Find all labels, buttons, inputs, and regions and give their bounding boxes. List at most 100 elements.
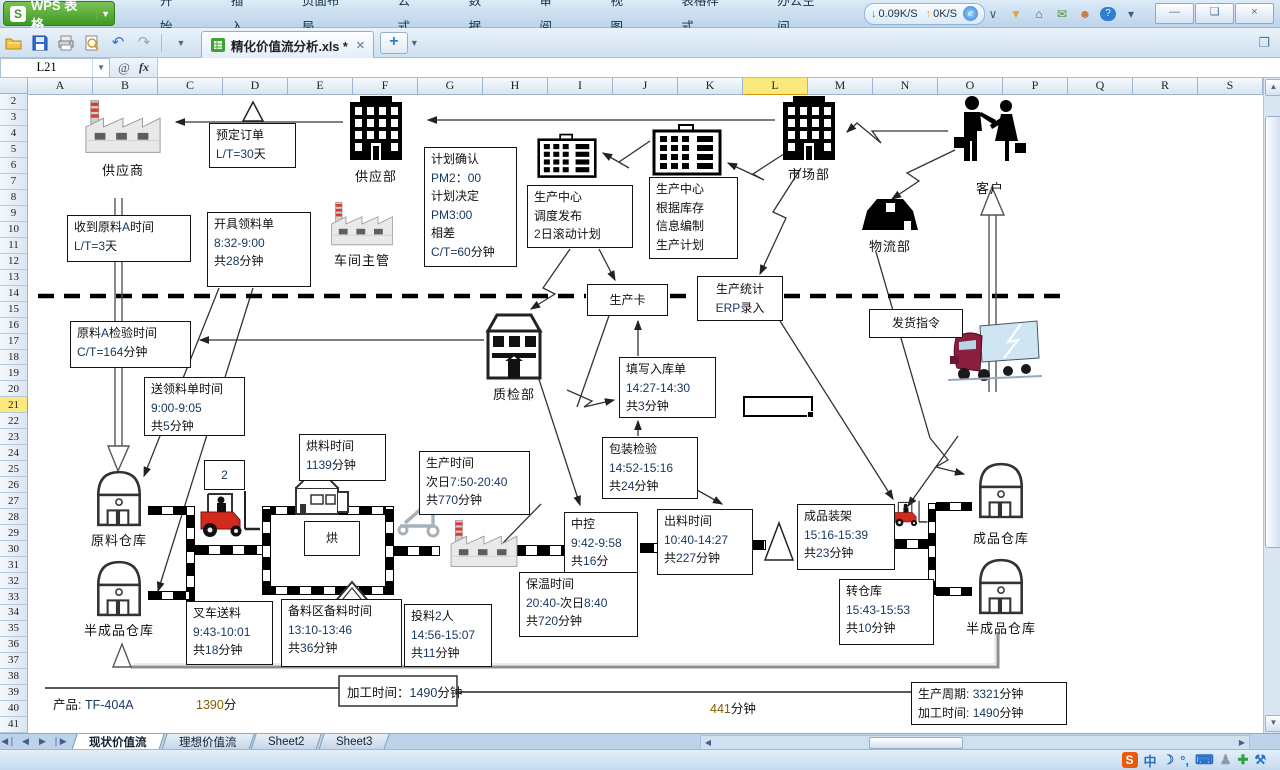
row-header-7[interactable]: 7 bbox=[0, 174, 28, 190]
row-header-33[interactable]: 33 bbox=[0, 589, 28, 605]
home-icon[interactable]: ⌂ bbox=[1031, 7, 1047, 21]
open-folder-icon[interactable] bbox=[2, 32, 26, 54]
row-header-14[interactable]: 14 bbox=[0, 286, 28, 302]
row-header-17[interactable]: 17 bbox=[0, 334, 28, 350]
plan-confirm-box[interactable]: 计划确认PM2：00计划决定PM3:00相差C/T=60分钟 bbox=[424, 147, 517, 267]
minimize-button[interactable]: — bbox=[1155, 3, 1194, 24]
forklift-icon[interactable] bbox=[193, 488, 261, 538]
formula-input[interactable] bbox=[158, 58, 1280, 77]
qc-dept-house-icon[interactable] bbox=[482, 310, 546, 382]
row-header-25[interactable]: 25 bbox=[0, 461, 28, 477]
row-header-38[interactable]: 38 bbox=[0, 669, 28, 685]
row-header-4[interactable]: 4 bbox=[0, 126, 28, 142]
row-header-11[interactable]: 11 bbox=[0, 238, 28, 254]
row-header-18[interactable]: 18 bbox=[0, 350, 28, 366]
column-header-J[interactable]: J bbox=[613, 78, 678, 95]
horizontal-scroll-thumb[interactable] bbox=[869, 737, 963, 749]
row-header-15[interactable]: 15 bbox=[0, 302, 28, 318]
skin-icon[interactable]: ▼ bbox=[1008, 7, 1024, 21]
column-header-N[interactable]: N bbox=[873, 78, 938, 95]
output-time-box[interactable]: 出料时间10:40-14:27共227分钟 bbox=[657, 509, 753, 575]
semi-finished-warehouse-right-icon[interactable] bbox=[976, 556, 1026, 616]
row-header-26[interactable]: 26 bbox=[0, 477, 28, 493]
workshop-manager-factory-icon[interactable] bbox=[320, 200, 404, 248]
bake-box[interactable]: 烘 bbox=[304, 521, 360, 556]
row-header-27[interactable]: 27 bbox=[0, 493, 28, 509]
row-header-16[interactable]: 16 bbox=[0, 318, 28, 334]
count-2-box[interactable]: 2 bbox=[204, 460, 245, 490]
row-header-3[interactable]: 3 bbox=[0, 110, 28, 126]
column-header-A[interactable]: A bbox=[28, 78, 93, 95]
row-header-22[interactable]: 22 bbox=[0, 413, 28, 429]
scroll-left-icon[interactable]: ◀ bbox=[701, 738, 715, 747]
close-button[interactable]: × bbox=[1235, 3, 1274, 24]
prep-shed-icon[interactable] bbox=[294, 478, 350, 516]
skin-icon[interactable]: ✚ bbox=[1237, 752, 1248, 768]
select-all-corner[interactable] bbox=[0, 78, 28, 94]
dispatch-box[interactable]: 生产中心调度发布2日滚动计划 bbox=[527, 185, 633, 248]
insert-function-icon[interactable]: fx bbox=[139, 60, 149, 75]
collapse-chevron-icon[interactable]: ∨ bbox=[985, 7, 1001, 21]
row-header-21[interactable]: 21 bbox=[0, 397, 28, 413]
help-icon[interactable]: ? bbox=[1100, 7, 1116, 21]
row-header-19[interactable]: 19 bbox=[0, 365, 28, 381]
save-icon[interactable] bbox=[28, 32, 52, 54]
raw-material-warehouse-icon[interactable] bbox=[94, 468, 144, 528]
column-header-Q[interactable]: Q bbox=[1068, 78, 1133, 95]
bake-time-box[interactable]: 烘料时间1139分钟 bbox=[299, 434, 386, 481]
print-icon[interactable] bbox=[54, 32, 78, 54]
production-factory-icon[interactable] bbox=[438, 518, 530, 570]
customer-handshake-icon[interactable] bbox=[948, 95, 1032, 167]
row-header-35[interactable]: 35 bbox=[0, 621, 28, 637]
market-dept-building-icon[interactable] bbox=[777, 96, 841, 160]
row-header-31[interactable]: 31 bbox=[0, 557, 28, 573]
row-header-20[interactable]: 20 bbox=[0, 381, 28, 397]
column-header-L[interactable]: L bbox=[743, 78, 808, 95]
column-header-E[interactable]: E bbox=[288, 78, 353, 95]
scroll-right-icon[interactable]: ▶ bbox=[1235, 738, 1249, 747]
column-header-H[interactable]: H bbox=[483, 78, 548, 95]
document-tab[interactable]: 精化价值流分析.xls * ✕ bbox=[201, 31, 374, 58]
row-header-37[interactable]: 37 bbox=[0, 653, 28, 669]
vertical-scrollbar[interactable]: ▲ ▼ bbox=[1263, 78, 1280, 733]
row-header-41[interactable]: 41 bbox=[0, 717, 28, 733]
package-check-box[interactable]: 包装检验14:52-15:16共24分钟 bbox=[602, 437, 698, 499]
halfwidth-moon-icon[interactable]: ☽ bbox=[1163, 752, 1175, 768]
row-header-8[interactable]: 8 bbox=[0, 190, 28, 206]
row-header-39[interactable]: 39 bbox=[0, 685, 28, 701]
soft-keyboard-icon[interactable]: ⌨ bbox=[1195, 752, 1214, 768]
issue-slip-box[interactable]: 开具领料单8:32-9:00共28分钟 bbox=[207, 212, 311, 287]
semi-finished-warehouse-icon[interactable] bbox=[94, 558, 144, 618]
first-sheet-icon[interactable]: ◀❘ bbox=[0, 736, 17, 747]
fill-warehouse-box[interactable]: 填写入库单14:27-14:30共3分钟 bbox=[619, 357, 716, 418]
production-stats-box[interactable]: 生产统计ERP录入 bbox=[697, 276, 783, 321]
row-header-34[interactable]: 34 bbox=[0, 605, 28, 621]
row-header-40[interactable]: 40 bbox=[0, 701, 28, 717]
arrange-windows-icon[interactable]: ❐ bbox=[1258, 35, 1270, 51]
name-box-chevron-icon[interactable]: ▼ bbox=[92, 59, 109, 77]
row-header-13[interactable]: 13 bbox=[0, 270, 28, 286]
punctuation-icon[interactable]: °, bbox=[1180, 753, 1189, 768]
column-header-S[interactable]: S bbox=[1198, 78, 1263, 95]
row-header-12[interactable]: 12 bbox=[0, 254, 28, 270]
column-header-D[interactable]: D bbox=[223, 78, 288, 95]
row-header-30[interactable]: 30 bbox=[0, 541, 28, 557]
column-header-M[interactable]: M bbox=[808, 78, 873, 95]
production-time-box[interactable]: 生产时间次日7:50-20:40共770分钟 bbox=[419, 451, 530, 515]
restore-button[interactable]: ❏ bbox=[1195, 3, 1234, 24]
column-header-P[interactable]: P bbox=[1003, 78, 1068, 95]
next-sheet-icon[interactable]: ▶ bbox=[34, 736, 51, 747]
sheet-tab-理想价值流[interactable]: 理想价值流 bbox=[161, 734, 254, 750]
scroll-down-icon[interactable]: ▼ bbox=[1265, 715, 1280, 732]
order-box[interactable]: 预定订单L/T=30天 bbox=[209, 123, 296, 168]
feeding-box[interactable]: 投料2人14:56-15:07共11分钟 bbox=[404, 604, 492, 667]
chinese-mode-icon[interactable]: 中 bbox=[1144, 751, 1157, 770]
row-header-2[interactable]: 2 bbox=[0, 94, 28, 110]
row-header-23[interactable]: 23 bbox=[0, 429, 28, 445]
contact-icon[interactable]: ☻ bbox=[1077, 7, 1093, 21]
row-header-32[interactable]: 32 bbox=[0, 573, 28, 589]
close-doc-icon[interactable]: ✕ bbox=[356, 39, 365, 52]
raw-inspect-box[interactable]: 原料A检验时间C/T=164分钟 bbox=[70, 321, 191, 368]
prev-sheet-icon[interactable]: ◀ bbox=[17, 736, 34, 747]
row-header-5[interactable]: 5 bbox=[0, 142, 28, 158]
